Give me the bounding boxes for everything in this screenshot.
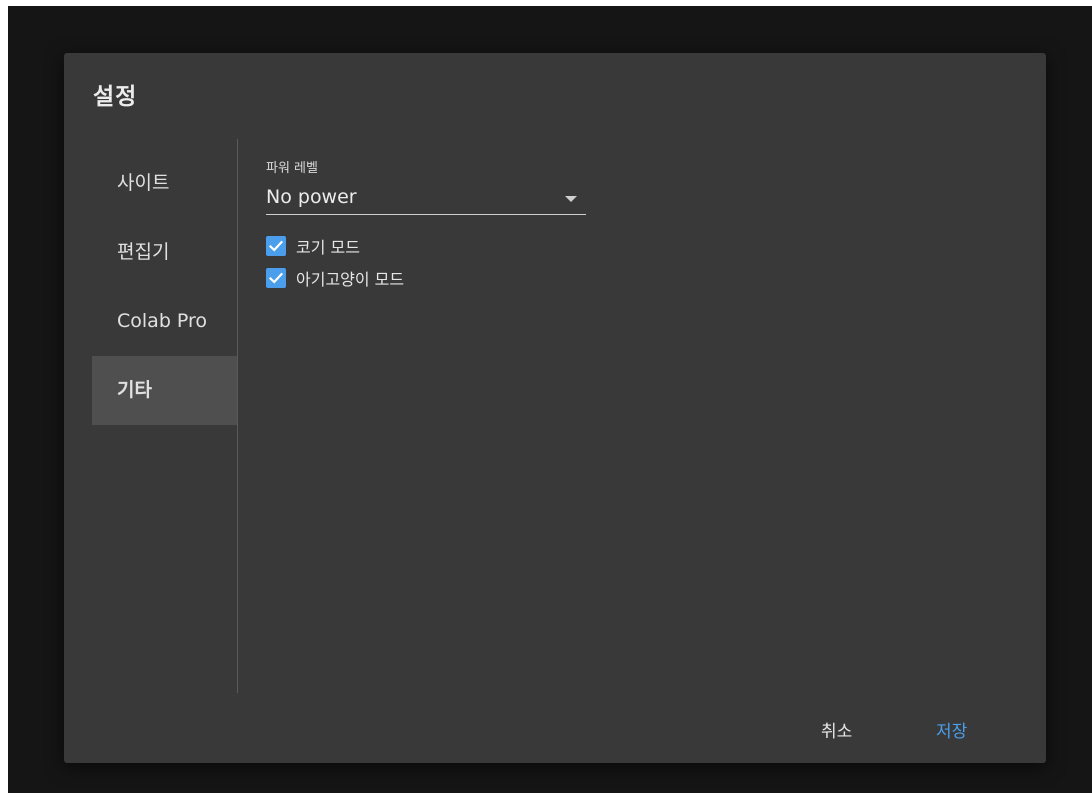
settings-sidebar: 사이트 편집기 Colab Pro 기타 <box>92 149 237 425</box>
power-level-value: No power <box>266 186 357 208</box>
save-button[interactable]: 저장 <box>928 713 975 746</box>
dialog-title: 설정 <box>93 84 138 110</box>
corgi-mode-row[interactable]: 코기 모드 <box>266 231 596 261</box>
checkmark-icon <box>268 272 284 284</box>
kitty-mode-label: 아기고양이 모드 <box>296 270 405 289</box>
kitty-mode-row[interactable]: 아기고양이 모드 <box>266 261 596 295</box>
cancel-button[interactable]: 취소 <box>813 713 860 746</box>
sidebar-item-misc[interactable]: 기타 <box>92 356 237 425</box>
sidebar-item-site[interactable]: 사이트 <box>92 149 237 218</box>
kitty-mode-checkbox[interactable] <box>266 268 286 288</box>
settings-content: 파워 레벨 No power 코기 모드 아기고양이 모드 <box>266 157 596 295</box>
caret-down-icon <box>565 196 577 202</box>
sidebar-divider <box>237 139 238 693</box>
power-level-select[interactable]: No power <box>266 184 586 215</box>
power-level-label: 파워 레벨 <box>266 161 318 176</box>
sidebar-item-colab-pro[interactable]: Colab Pro <box>92 287 237 356</box>
checkmark-icon <box>268 240 284 252</box>
corgi-mode-label: 코기 모드 <box>296 238 360 257</box>
corgi-mode-checkbox[interactable] <box>266 236 286 256</box>
sidebar-item-editor[interactable]: 편집기 <box>92 218 237 287</box>
settings-dialog: 설정 사이트 편집기 Colab Pro 기타 파워 레벨 No power 코… <box>64 53 1046 763</box>
